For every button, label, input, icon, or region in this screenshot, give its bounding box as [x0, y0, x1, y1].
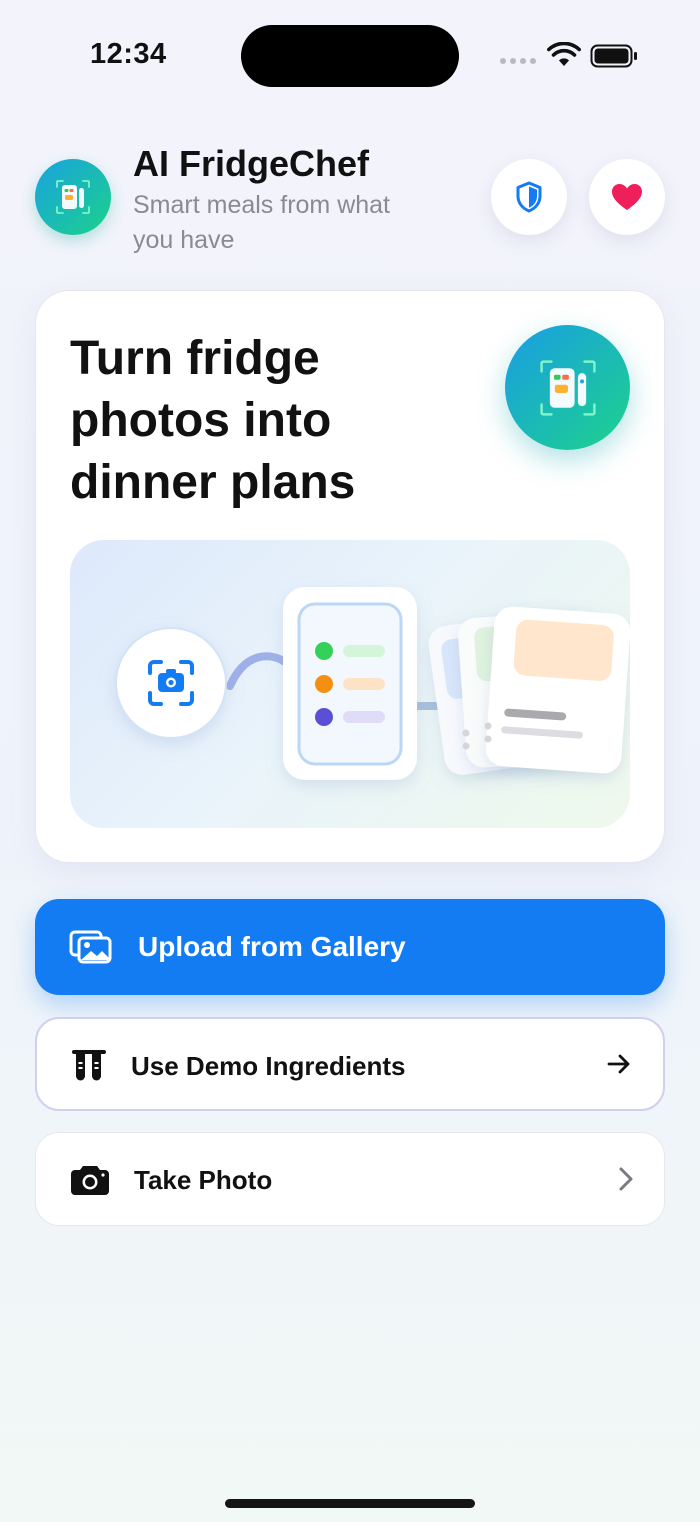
- connector-line: [226, 652, 289, 690]
- cellular-signal-icon: [500, 58, 536, 64]
- status-time: 12:34: [90, 38, 167, 70]
- photo-button-label: Take Photo: [134, 1165, 273, 1195]
- home-indicator[interactable]: [225, 1499, 475, 1508]
- favorites-button[interactable]: [589, 159, 665, 235]
- fridge-scan-icon: [539, 359, 596, 416]
- camera-scan-icon: [115, 627, 227, 739]
- heart-icon: [612, 184, 642, 210]
- ingredient-dot: [315, 675, 333, 693]
- app-tagline: Smart meals from what you have: [133, 191, 391, 254]
- process-illustration: [70, 540, 630, 828]
- recipe-cards: [428, 606, 630, 775]
- hero-app-logo: [505, 325, 630, 450]
- take-photo-button[interactable]: Take Photo: [35, 1132, 665, 1226]
- shield-icon: [516, 181, 542, 213]
- hero-title: Turn fridge photos into dinner plans: [70, 332, 356, 509]
- app-title: AI FridgeChef: [133, 143, 370, 184]
- privacy-button[interactable]: [491, 159, 567, 235]
- demo-button-label: Use Demo Ingredients: [131, 1051, 406, 1081]
- test-tubes-icon: [72, 1050, 106, 1081]
- upload-button-label: Upload from Gallery: [138, 931, 406, 962]
- camera-icon: [71, 1166, 109, 1195]
- dynamic-island: [241, 25, 459, 87]
- use-demo-ingredients-button[interactable]: Use Demo Ingredients: [35, 1017, 665, 1111]
- ingredient-dot: [315, 708, 333, 726]
- chevron-right-icon: [619, 1167, 633, 1191]
- ingredient-dot: [315, 642, 333, 660]
- wifi-icon: [547, 42, 581, 66]
- app-logo: [35, 159, 111, 235]
- arrow-right-icon: [607, 1054, 630, 1074]
- ingredient-list-card: [283, 587, 417, 780]
- battery-icon: [590, 44, 637, 68]
- fridge-scan-icon: [56, 180, 90, 214]
- gallery-icon: [69, 930, 112, 964]
- upload-from-gallery-button[interactable]: Upload from Gallery: [35, 899, 665, 995]
